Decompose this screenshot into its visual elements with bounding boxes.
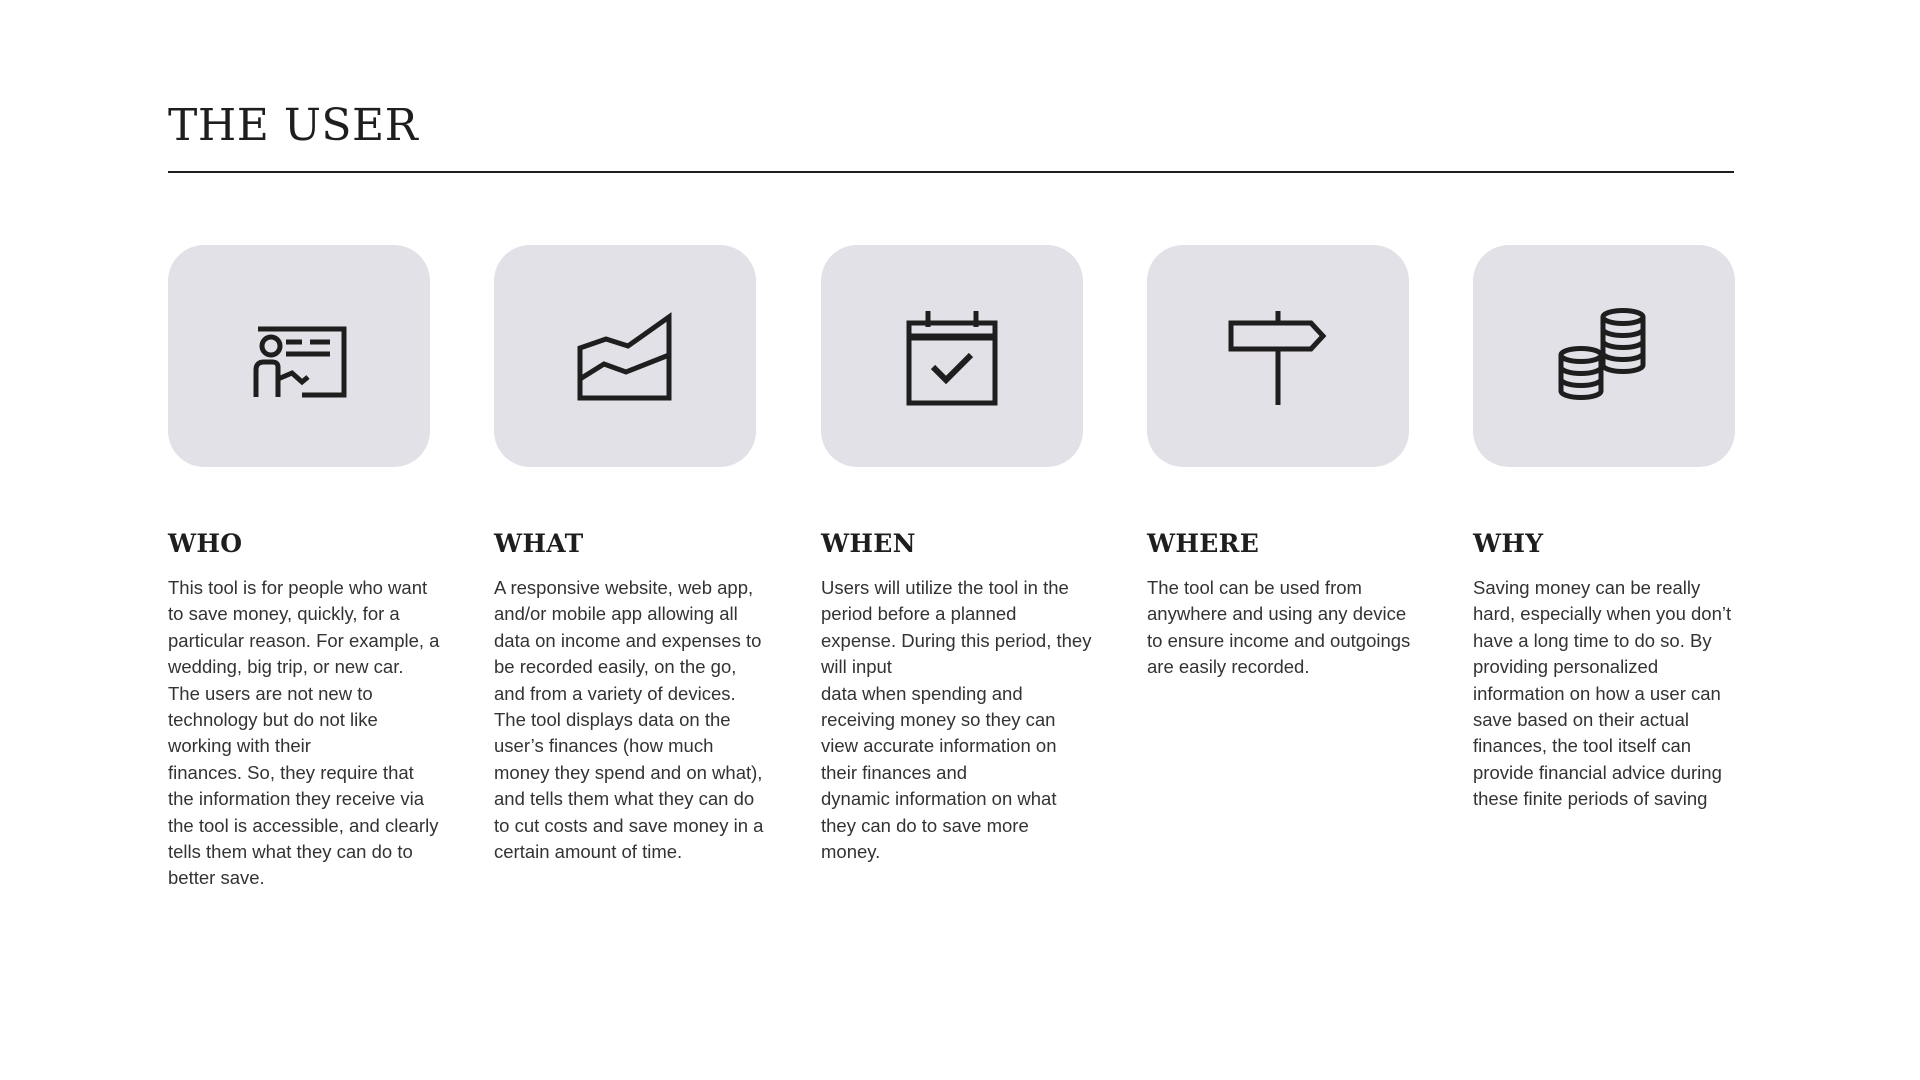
- section-body: Users will utilize the tool in the perio…: [821, 577, 1092, 863]
- icon-tile-what: [494, 245, 756, 467]
- icon-tile-where: [1147, 245, 1409, 467]
- coin-stacks-icon: [1558, 308, 1646, 400]
- section-body: The tool can be used from anywhere and u…: [1147, 577, 1411, 678]
- column-who: WHO This tool is for people who want to …: [168, 245, 439, 888]
- icon-tile-who: [168, 245, 430, 467]
- area-chart-icon: [577, 312, 672, 401]
- section-heading: WHAT: [494, 529, 584, 558]
- section-body: Saving money can be really hard, especia…: [1473, 577, 1732, 810]
- column-what: WHAT A responsive website, web app, and/…: [494, 245, 763, 862]
- section-heading: WHY: [1473, 529, 1544, 558]
- presentation-board-icon: [253, 326, 347, 398]
- section-heading: WHO: [168, 529, 243, 558]
- signpost-icon: [1228, 311, 1327, 405]
- column-where: WHERE The tool can be used from anywhere…: [1147, 245, 1410, 677]
- calendar-check-icon: [906, 311, 998, 406]
- page-title: THE USER: [168, 100, 419, 151]
- section-body: This tool is for people who want to save…: [168, 577, 440, 889]
- title-divider: [168, 171, 1734, 173]
- section-heading: WHEN: [821, 529, 916, 558]
- column-why: WHY Saving money can be really hard, esp…: [1473, 245, 1735, 809]
- section-heading: WHERE: [1147, 529, 1260, 558]
- icon-tile-why: [1473, 245, 1735, 467]
- column-when: WHEN Users will utilize the tool in the …: [821, 245, 1091, 862]
- section-body: A responsive website, web app, and/or mo…: [494, 577, 764, 863]
- icon-tile-when: [821, 245, 1083, 467]
